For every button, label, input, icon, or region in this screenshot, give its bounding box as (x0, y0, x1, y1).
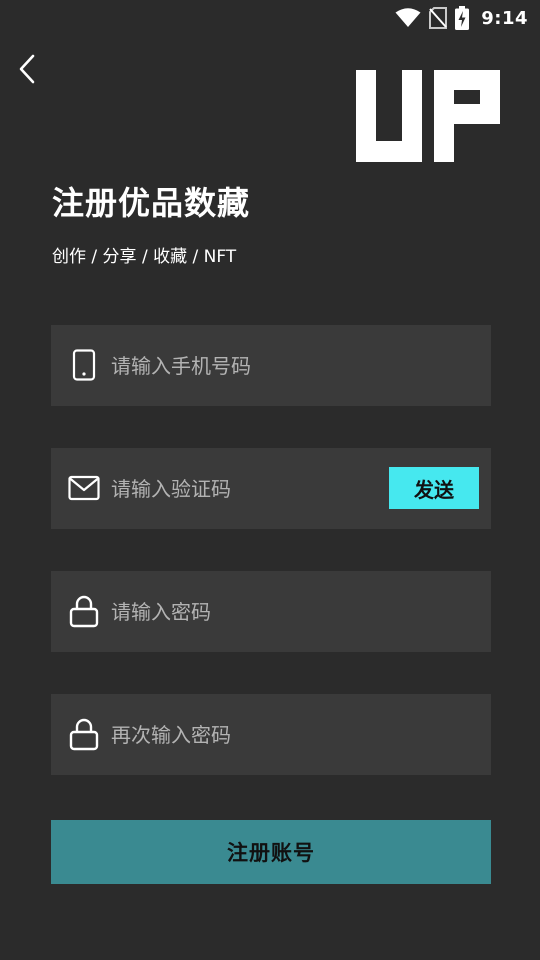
register-button[interactable]: 注册账号 (51, 820, 491, 884)
wifi-icon (395, 8, 421, 27)
phone-icon (67, 347, 101, 383)
status-icons: 9:14 (395, 6, 528, 30)
back-button[interactable] (10, 52, 44, 86)
phone-field[interactable] (51, 325, 491, 406)
password-input[interactable] (111, 571, 431, 652)
status-bar: 9:14 (0, 0, 540, 36)
page-subtitle: 创作 / 分享 / 收藏 / NFT (52, 247, 237, 267)
no-sim-icon (429, 7, 448, 29)
verification-code-field[interactable]: 发送 (51, 448, 491, 529)
page-title: 注册优品数藏 (52, 184, 251, 222)
chevron-left-icon (19, 54, 35, 84)
password-field[interactable] (51, 571, 491, 652)
phone-input[interactable] (111, 325, 431, 406)
confirm-password-input[interactable] (111, 694, 431, 775)
confirm-password-field[interactable] (51, 694, 491, 775)
status-time: 9:14 (481, 7, 528, 29)
mail-icon (67, 470, 101, 506)
send-code-button[interactable]: 发送 (389, 467, 479, 509)
up-logo (356, 70, 500, 162)
verification-code-input[interactable] (111, 448, 361, 529)
register-screen: 9:14 注册优品数藏 创作 / 分享 / 收藏 / NFT 请输入手机号码 请… (0, 0, 540, 960)
lock-icon (67, 593, 101, 629)
battery-charging-icon (455, 6, 470, 30)
lock-icon (67, 716, 101, 752)
